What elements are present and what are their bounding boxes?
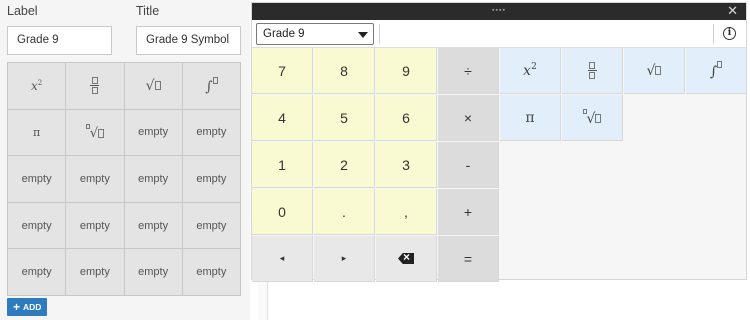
symbol-cell[interactable]: empty bbox=[124, 249, 183, 296]
symbol-cell[interactable]: √ bbox=[66, 109, 125, 157]
key-6[interactable]: 6 bbox=[376, 95, 437, 141]
drag-handle-icon[interactable]: ▪▪▪▪ bbox=[492, 7, 506, 14]
title-input[interactable]: Grade 9 Symbol bbox=[136, 26, 241, 55]
symbol-cell-label: empty bbox=[138, 126, 169, 139]
key-multiply[interactable]: × bbox=[438, 95, 499, 141]
key-0[interactable]: 0 bbox=[252, 189, 313, 235]
key-7[interactable]: 7 bbox=[252, 48, 313, 94]
symbol-cell-label: π bbox=[33, 125, 41, 139]
key-9[interactable]: 9 bbox=[376, 48, 437, 94]
symbol-cell[interactable]: empty bbox=[182, 109, 241, 157]
key-minus[interactable]: - bbox=[438, 142, 499, 188]
symbol-cell-label: empty bbox=[79, 172, 110, 185]
key-comma[interactable]: , bbox=[376, 189, 437, 235]
left-scroll-edge bbox=[258, 280, 268, 320]
symbol-cell-label: empty bbox=[79, 266, 110, 279]
key-8[interactable]: 8 bbox=[314, 48, 375, 94]
close-icon[interactable]: ✕ bbox=[727, 4, 738, 18]
fraction-icon bbox=[90, 77, 100, 95]
symbol-editor-panel: Label Title Grade 9 Grade 9 Symbol x2 √ ∫ π… bbox=[0, 0, 250, 320]
plus-icon: + bbox=[13, 300, 21, 314]
title-caption: Title bbox=[136, 4, 160, 18]
fraction-icon bbox=[587, 62, 597, 79]
symbol-cell[interactable] bbox=[66, 63, 125, 110]
nth-root-icon: √ bbox=[582, 108, 602, 127]
symbol-cell[interactable]: empty bbox=[66, 156, 125, 203]
symbol-cell[interactable]: x2 bbox=[8, 63, 67, 110]
label-input[interactable]: Grade 9 bbox=[7, 26, 112, 55]
key-2[interactable]: 2 bbox=[314, 142, 375, 188]
key-fraction[interactable] bbox=[562, 48, 623, 94]
symbol-cell-label: empty bbox=[196, 219, 227, 232]
nth-root-icon: √ bbox=[85, 123, 105, 141]
x-squared-icon: x2 bbox=[31, 78, 43, 93]
symbol-cell-label: empty bbox=[21, 219, 52, 232]
label-caption: Label bbox=[7, 4, 38, 18]
backspace-icon bbox=[398, 253, 414, 264]
symbol-cell-label: empty bbox=[138, 266, 169, 279]
key-plus[interactable]: + bbox=[438, 189, 499, 235]
key-integral[interactable]: ∫ bbox=[686, 48, 747, 94]
x-squared-icon: x2 bbox=[523, 62, 537, 79]
symbol-cell[interactable]: empty bbox=[182, 249, 241, 296]
editor-area[interactable] bbox=[268, 280, 750, 320]
square-root-icon: √ bbox=[647, 63, 662, 79]
symbol-cell[interactable]: empty bbox=[66, 249, 125, 296]
key-equals[interactable]: = bbox=[438, 236, 499, 282]
symbol-cell[interactable]: √ bbox=[124, 63, 183, 110]
toolbar-divider bbox=[379, 24, 380, 44]
key-pi[interactable]: π bbox=[500, 95, 561, 141]
key-x-squared[interactable]: x2 bbox=[500, 48, 561, 94]
key-decimal[interactable]: . bbox=[314, 189, 375, 235]
symbol-cell[interactable]: empty bbox=[182, 202, 241, 250]
symbol-cell-label: empty bbox=[196, 172, 227, 185]
symbol-cell-label: empty bbox=[79, 219, 110, 232]
key-divide[interactable]: ÷ bbox=[438, 48, 499, 94]
symbol-cell[interactable]: empty bbox=[124, 156, 183, 203]
key-5[interactable]: 5 bbox=[314, 95, 375, 141]
symbol-cell-label: empty bbox=[196, 266, 227, 279]
add-button[interactable]: + ADD bbox=[7, 298, 48, 316]
key-4[interactable]: 4 bbox=[252, 95, 313, 141]
grade-select[interactable]: Grade 9 bbox=[256, 23, 374, 45]
symbol-cell[interactable]: empty bbox=[66, 202, 125, 250]
math-keyboard-panel: ▪▪▪▪ ✕ Grade 9 i 7 8 9 ÷ x2 √ ∫ 4 5 6 × bbox=[251, 2, 747, 282]
keyboard-titlebar[interactable]: ▪▪▪▪ ✕ bbox=[252, 3, 746, 20]
keypad: 7 8 9 ÷ x2 √ ∫ 4 5 6 × π √ 1 2 3 - 0 . , bbox=[252, 48, 747, 282]
key-3[interactable]: 3 bbox=[376, 142, 437, 188]
integral-icon: ∫ bbox=[205, 76, 218, 95]
symbol-cell-label: empty bbox=[138, 219, 169, 232]
symbol-cell[interactable]: empty bbox=[124, 202, 183, 250]
square-root-icon: √ bbox=[146, 78, 161, 94]
keyboard-toolbar: Grade 9 i bbox=[252, 20, 746, 48]
key-square-root[interactable]: √ bbox=[624, 48, 685, 94]
symbol-cell-label: empty bbox=[138, 172, 169, 185]
integral-icon: ∫ bbox=[710, 61, 723, 80]
key-nth-root[interactable]: √ bbox=[562, 95, 623, 141]
symbol-cell-label: empty bbox=[21, 172, 52, 185]
symbol-cell-label: empty bbox=[196, 126, 227, 139]
info-icon[interactable]: i bbox=[723, 27, 736, 40]
add-button-label: ADD bbox=[23, 302, 42, 312]
symbol-cell[interactable]: empty bbox=[8, 156, 67, 203]
symbol-cell-label: empty bbox=[21, 266, 52, 279]
toolbar-divider bbox=[713, 24, 714, 44]
symbol-cell[interactable]: empty bbox=[182, 156, 241, 203]
symbol-cell[interactable]: empty bbox=[8, 249, 67, 296]
cursor-right-icon[interactable]: ▸ bbox=[314, 236, 375, 282]
symbol-cell[interactable]: π bbox=[8, 109, 67, 157]
chevron-down-icon bbox=[358, 32, 368, 38]
symbol-grid: x2 √ ∫ π √ empty empty empty empty empty empty empt… bbox=[7, 62, 241, 296]
symbol-cell[interactable]: ∫ bbox=[182, 63, 241, 110]
symbol-cell[interactable]: empty bbox=[8, 202, 67, 250]
key-backspace[interactable] bbox=[376, 236, 437, 282]
symbol-cell[interactable]: empty bbox=[124, 109, 183, 157]
key-1[interactable]: 1 bbox=[252, 142, 313, 188]
grade-select-value: Grade 9 bbox=[263, 28, 305, 40]
cursor-left-icon[interactable]: ◂ bbox=[252, 236, 313, 282]
